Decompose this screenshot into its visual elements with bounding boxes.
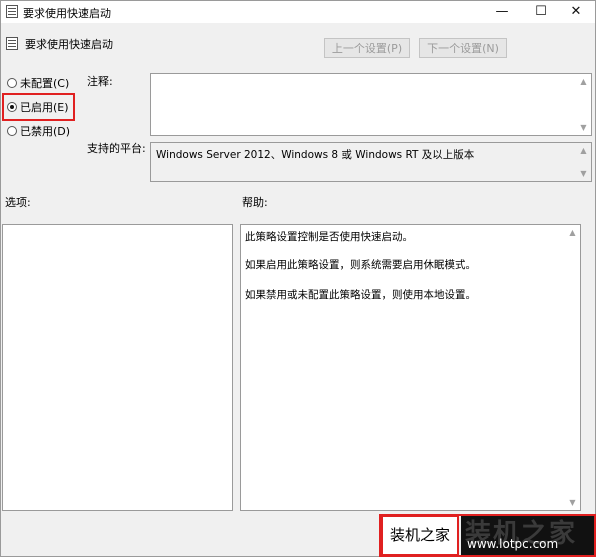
platform-label: 支持的平台: xyxy=(87,142,146,155)
radio-disabled-label: 已禁用(D) xyxy=(20,125,71,138)
scroll-up-icon[interactable]: ▲ xyxy=(576,146,591,155)
comment-textarea[interactable]: ▲ ▼ xyxy=(150,73,592,136)
radio-not-configured[interactable]: 未配置(C) xyxy=(7,75,69,91)
platform-scrollbar[interactable]: ▲ ▼ xyxy=(576,143,591,181)
scroll-up-icon[interactable]: ▲ xyxy=(565,228,580,237)
platform-value: Windows Server 2012、Windows 8 或 Windows … xyxy=(156,149,475,161)
comment-label: 注释: xyxy=(87,75,113,88)
comment-scrollbar[interactable]: ▲ ▼ xyxy=(576,74,591,135)
help-line: 如果禁用或未配置此策略设置，则使用本地设置。 xyxy=(245,289,476,301)
setting-title: 要求使用快速启动 xyxy=(25,38,113,51)
close-icon: ✕ xyxy=(570,4,582,19)
help-line: 如果启用此策略设置，则系统需要启用休眠模式。 xyxy=(245,259,476,271)
help-scrollbar[interactable]: ▲ ▼ xyxy=(565,225,580,510)
scroll-down-icon[interactable]: ▼ xyxy=(576,169,591,178)
platform-field: Windows Server 2012、Windows 8 或 Windows … xyxy=(150,142,592,182)
scroll-down-icon[interactable]: ▼ xyxy=(565,498,580,507)
radio-disabled-circle[interactable] xyxy=(7,126,17,136)
options-panel xyxy=(2,224,233,511)
options-section-label: 选项: xyxy=(5,196,31,209)
help-panel: 此策略设置控制是否使用快速启动。 如果启用此策略设置，则系统需要启用休眠模式。 … xyxy=(240,224,581,511)
help-line: 此策略设置控制是否使用快速启动。 xyxy=(245,231,413,243)
radio-disabled[interactable]: 已禁用(D) xyxy=(7,123,70,139)
scroll-down-icon[interactable]: ▼ xyxy=(576,123,591,132)
enabled-highlight-box xyxy=(2,93,75,121)
window-title: 要求使用快速启动 xyxy=(23,7,111,20)
watermark-highlight-box xyxy=(379,514,596,557)
scroll-up-icon[interactable]: ▲ xyxy=(576,77,591,86)
maximize-icon: ☐ xyxy=(535,4,547,19)
radio-not-configured-circle[interactable] xyxy=(7,78,17,88)
previous-setting-button[interactable]: 上一个设置(P) xyxy=(324,38,410,58)
title-bar: 要求使用快速启动 — ☐ ✕ xyxy=(1,1,595,23)
setting-icon xyxy=(6,37,18,50)
help-section-label: 帮助: xyxy=(242,196,268,209)
radio-not-configured-label: 未配置(C) xyxy=(20,77,70,90)
policy-setting-icon xyxy=(6,5,18,18)
close-button[interactable]: ✕ xyxy=(557,1,595,23)
minimize-icon: — xyxy=(495,4,509,19)
policy-editor-window: 要求使用快速启动 — ☐ ✕ 要求使用快速启动 上一个设置(P) 下一个设置(N… xyxy=(0,0,596,557)
next-setting-button[interactable]: 下一个设置(N) xyxy=(419,38,507,58)
